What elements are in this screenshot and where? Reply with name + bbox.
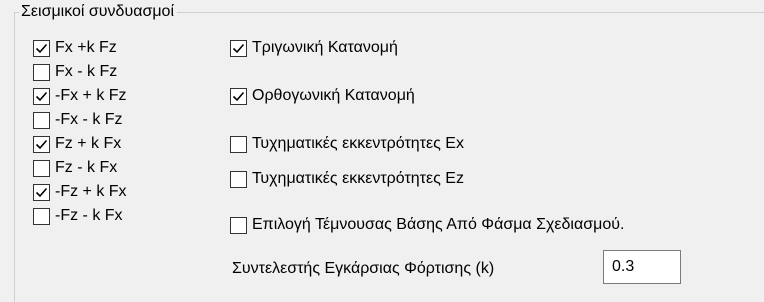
checkbox-box[interactable] — [33, 207, 50, 225]
checkbox-box[interactable] — [230, 87, 247, 105]
checkbox-label: Fx - k Fz — [55, 63, 118, 80]
checkbox-eccentricity-ex[interactable]: Τυχηματικές εκκεντρότητες Ex — [230, 133, 464, 155]
checkbox-label: Ορθογωνική Κατανομή — [252, 87, 415, 104]
coefficient-input[interactable] — [603, 250, 681, 284]
checkbox-box[interactable] — [33, 159, 50, 177]
checkbox-box[interactable] — [230, 170, 247, 188]
checkbox-box[interactable] — [33, 87, 50, 105]
checkbox-box[interactable] — [33, 63, 50, 81]
checkbox-box[interactable] — [230, 216, 247, 234]
checkbox-label: Fz - k Fx — [55, 159, 118, 176]
checkbox-label: Fx +k Fz — [55, 39, 117, 56]
checkbox-fz-plus-kfx[interactable]: Fz + k Fx — [33, 133, 121, 155]
checkbox-box[interactable] — [230, 135, 247, 153]
checkbox-neg-fz-plus-kfx[interactable]: -Fz + k Fx — [33, 181, 127, 203]
checkbox-box[interactable] — [230, 39, 247, 57]
checkmark-icon — [35, 91, 48, 101]
checkbox-fz-minus-kfx[interactable]: Fz - k Fx — [33, 157, 117, 179]
checkmark-icon — [232, 91, 245, 101]
checkbox-fx-minus-kfz[interactable]: Fx - k Fz — [33, 61, 117, 83]
checkbox-box[interactable] — [33, 135, 50, 153]
checkbox-triangular-distribution[interactable]: Τριγωνική Κατανομή — [230, 37, 398, 59]
checkmark-icon — [35, 187, 48, 197]
checkbox-label: Τριγωνική Κατανομή — [252, 39, 398, 56]
checkbox-label: -Fx + k Fz — [55, 87, 127, 104]
checkbox-neg-fz-minus-kfx[interactable]: -Fz - k Fx — [33, 205, 123, 227]
checkbox-label: -Fz - k Fx — [55, 207, 123, 224]
checkbox-label: Επιλογή Τέμνουσας Βάσης Από Φάσμα Σχεδια… — [252, 216, 625, 233]
checkbox-base-shear-from-spectrum[interactable]: Επιλογή Τέμνουσας Βάσης Από Φάσμα Σχεδια… — [230, 214, 624, 236]
checkbox-label: Τυχηματικές εκκεντρότητες Ex — [252, 135, 464, 152]
checkbox-box[interactable] — [33, 111, 50, 129]
checkbox-label: Τυχηματικές εκκεντρότητες Ez — [252, 170, 464, 187]
checkbox-box[interactable] — [33, 39, 50, 57]
checkmark-icon — [35, 139, 48, 149]
checkbox-label: -Fx - k Fz — [55, 111, 123, 128]
checkbox-rectangular-distribution[interactable]: Ορθογωνική Κατανομή — [230, 85, 415, 107]
group-title: Σεισμικοί συνδυασμοί — [19, 2, 178, 22]
checkbox-label: Fz + k Fx — [55, 135, 122, 152]
checkbox-fx-plus-kfz[interactable]: Fx +k Fz — [33, 37, 117, 59]
coefficient-label: Συντελεστής Εγκάρσιας Φόρτισης (k) — [232, 260, 495, 277]
checkbox-neg-fx-minus-kfz[interactable]: -Fx - k Fz — [33, 109, 123, 131]
checkmark-icon — [35, 43, 48, 53]
checkbox-label: -Fz + k Fx — [55, 183, 127, 200]
checkmark-icon — [232, 43, 245, 53]
checkbox-box[interactable] — [33, 183, 50, 201]
checkbox-neg-fx-plus-kfz[interactable]: -Fx + k Fz — [33, 85, 127, 107]
checkbox-eccentricity-ez[interactable]: Τυχηματικές εκκεντρότητες Ez — [230, 168, 464, 190]
